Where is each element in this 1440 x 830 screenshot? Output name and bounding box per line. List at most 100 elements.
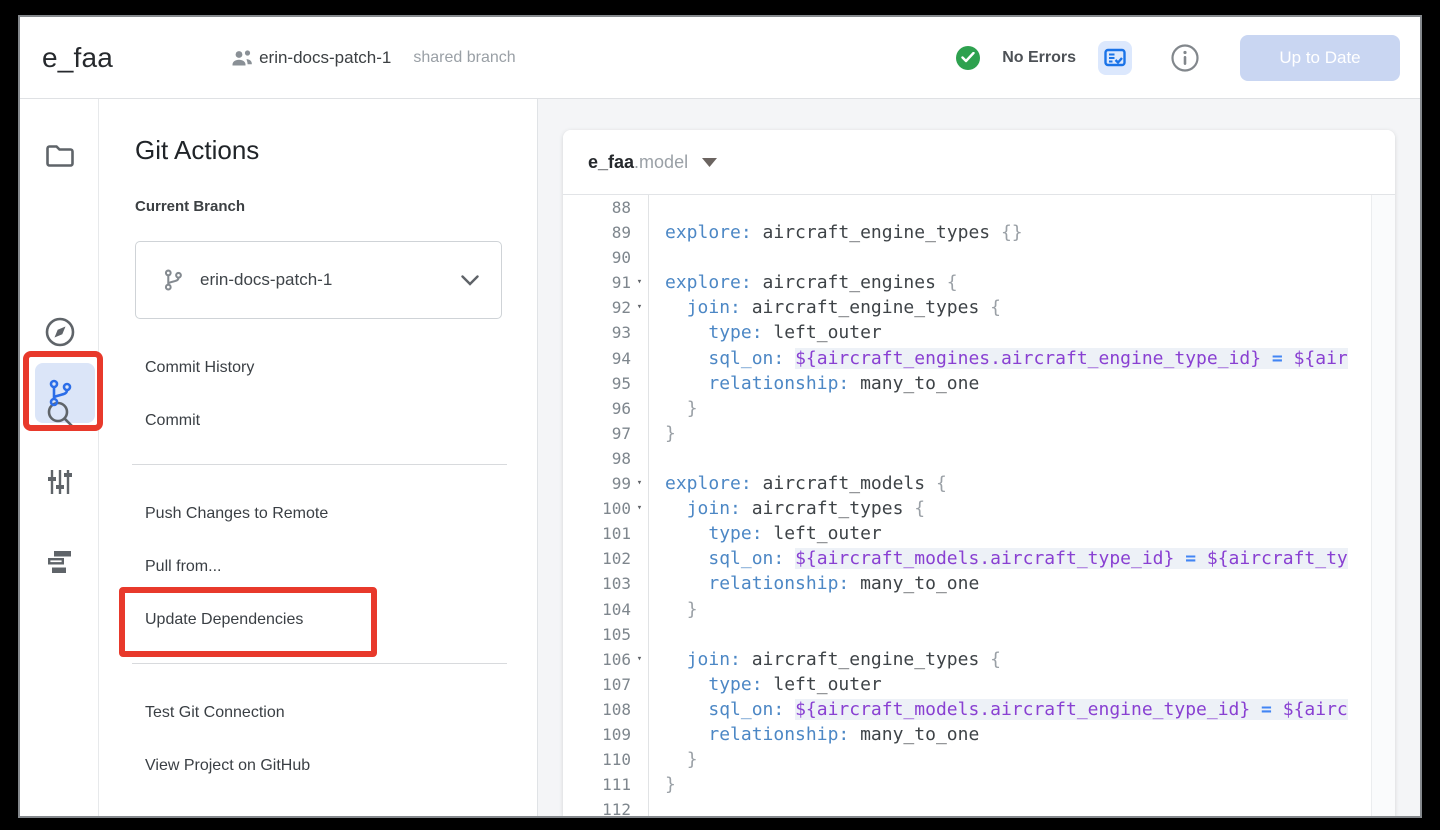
code-text	[648, 446, 1395, 471]
code-line[interactable]: 99▾explore: aircraft_models {	[563, 471, 1395, 496]
fold-toggle-icon[interactable]: ▾	[631, 471, 648, 496]
line-number: 88	[563, 195, 631, 220]
code-line[interactable]: 96 }	[563, 396, 1395, 421]
icon-rail	[20, 99, 99, 816]
file-menu-caret-icon[interactable]	[702, 158, 717, 167]
open-file-ext: .model	[634, 152, 688, 173]
code-text: }	[648, 421, 1395, 446]
line-number: 97	[563, 421, 631, 446]
line-number: 98	[563, 446, 631, 471]
branch-selector[interactable]: erin-docs-patch-1	[135, 241, 502, 319]
code-line[interactable]: 108 sql_on: ${aircraft_models.aircraft_e…	[563, 697, 1395, 722]
code-line[interactable]: 93 type: left_outer	[563, 320, 1395, 345]
code-text: explore: aircraft_engine_types {}	[648, 220, 1395, 245]
fold-spacer	[631, 622, 648, 647]
fold-spacer	[631, 697, 648, 722]
line-number: 108	[563, 697, 631, 722]
git-menu: Commit History Commit Push Changes to Remo…	[135, 358, 507, 776]
checklist-icon	[1104, 48, 1126, 68]
fold-spacer	[631, 546, 648, 571]
code-line[interactable]: 110 }	[563, 747, 1395, 772]
code-line[interactable]: 90	[563, 245, 1395, 270]
line-number: 93	[563, 320, 631, 345]
code-line[interactable]: 98	[563, 446, 1395, 471]
git-menu-item[interactable]: Pull from...	[135, 557, 507, 577]
menu-divider	[132, 663, 507, 664]
code-line[interactable]: 94 sql_on: ${aircraft_engines.aircraft_e…	[563, 346, 1395, 371]
open-file-name: e_faa	[588, 152, 634, 173]
git-menu-item[interactable]: Commit	[135, 411, 507, 431]
info-button[interactable]	[1170, 43, 1200, 73]
code-line[interactable]: 92▾ join: aircraft_engine_types {	[563, 295, 1395, 320]
fold-spacer	[631, 521, 648, 546]
line-number: 99	[563, 471, 631, 496]
sidebar-item-settings[interactable]	[20, 460, 99, 504]
line-number: 104	[563, 597, 631, 622]
fold-toggle-icon[interactable]: ▾	[631, 647, 648, 672]
branch-type-label: shared branch	[413, 49, 515, 67]
fold-toggle-icon[interactable]: ▾	[631, 270, 648, 295]
code-line[interactable]: 104 }	[563, 597, 1395, 622]
code-line[interactable]: 91▾explore: aircraft_engines {	[563, 270, 1395, 295]
up-to-date-button[interactable]: Up to Date	[1240, 35, 1400, 81]
code-text: explore: aircraft_engines {	[648, 270, 1395, 295]
code-line[interactable]: 107 type: left_outer	[563, 672, 1395, 697]
folder-icon	[45, 144, 75, 168]
fold-spacer	[631, 371, 648, 396]
code-line[interactable]: 112	[563, 797, 1395, 816]
git-actions-panel: Git Actions Current Branch erin-docs-pat…	[99, 99, 538, 816]
fold-spacer	[631, 245, 648, 270]
code-text: join: aircraft_engine_types {	[648, 295, 1395, 320]
code-text: type: left_outer	[648, 521, 1395, 546]
sidebar-item-object-browser[interactable]	[20, 540, 99, 584]
lookml-validator-button[interactable]	[1098, 41, 1132, 75]
header-branch[interactable]: erin-docs-patch-1	[229, 47, 391, 69]
code-editor[interactable]: 8889explore: aircraft_engine_types {}909…	[563, 195, 1395, 816]
fold-spacer	[631, 396, 648, 421]
code-text: join: aircraft_engine_types {	[648, 647, 1395, 672]
git-menu-item[interactable]: Push Changes to Remote	[135, 504, 507, 524]
code-line[interactable]: 100▾ join: aircraft_types {	[563, 496, 1395, 521]
git-menu-item[interactable]: View Project on GitHub	[135, 756, 507, 776]
code-text	[648, 797, 1395, 816]
sidebar-item-file-browser[interactable]	[20, 134, 99, 178]
code-text: }	[648, 747, 1395, 772]
code-line[interactable]: 89explore: aircraft_engine_types {}	[563, 220, 1395, 245]
code-line[interactable]: 101 type: left_outer	[563, 521, 1395, 546]
code-line[interactable]: 106▾ join: aircraft_engine_types {	[563, 647, 1395, 672]
fold-spacer	[631, 421, 648, 446]
editor-scrollbar[interactable]	[1371, 195, 1395, 816]
code-line[interactable]: 97}	[563, 421, 1395, 446]
fold-toggle-icon[interactable]: ▾	[631, 496, 648, 521]
code-text: }	[648, 597, 1395, 622]
code-line[interactable]: 102 sql_on: ${aircraft_models.aircraft_t…	[563, 546, 1395, 571]
line-number: 109	[563, 722, 631, 747]
code-text: explore: aircraft_models {	[648, 471, 1395, 496]
editor-card: e_faa.model 8889explore: aircraft_engine…	[563, 130, 1395, 816]
code-line[interactable]: 109 relationship: many_to_one	[563, 722, 1395, 747]
code-line[interactable]: 88	[563, 195, 1395, 220]
code-line[interactable]: 111}	[563, 772, 1395, 797]
code-text: type: left_outer	[648, 672, 1395, 697]
git-menu-item[interactable]: Test Git Connection	[135, 703, 507, 723]
fold-toggle-icon[interactable]: ▾	[631, 295, 648, 320]
code-text: sql_on: ${aircraft_models.aircraft_engin…	[648, 697, 1395, 722]
code-text: type: left_outer	[648, 320, 1395, 345]
line-number: 91	[563, 270, 631, 295]
info-icon	[1170, 43, 1200, 73]
code-text: }	[648, 772, 1395, 797]
code-text: relationship: many_to_one	[648, 571, 1395, 596]
git-menu-item[interactable]: Commit History	[135, 358, 507, 378]
object-browser-icon	[46, 549, 74, 575]
code-line[interactable]: 105	[563, 622, 1395, 647]
line-number: 101	[563, 521, 631, 546]
sidebar-item-explore[interactable]	[20, 310, 99, 354]
code-line[interactable]: 103 relationship: many_to_one	[563, 571, 1395, 596]
sidebar-item-git-actions[interactable]	[20, 371, 99, 415]
fold-spacer	[631, 672, 648, 697]
code-text: relationship: many_to_one	[648, 722, 1395, 747]
code-line[interactable]: 95 relationship: many_to_one	[563, 371, 1395, 396]
line-number: 111	[563, 772, 631, 797]
line-number: 100	[563, 496, 631, 521]
git-menu-item[interactable]: Update Dependencies	[135, 610, 507, 630]
